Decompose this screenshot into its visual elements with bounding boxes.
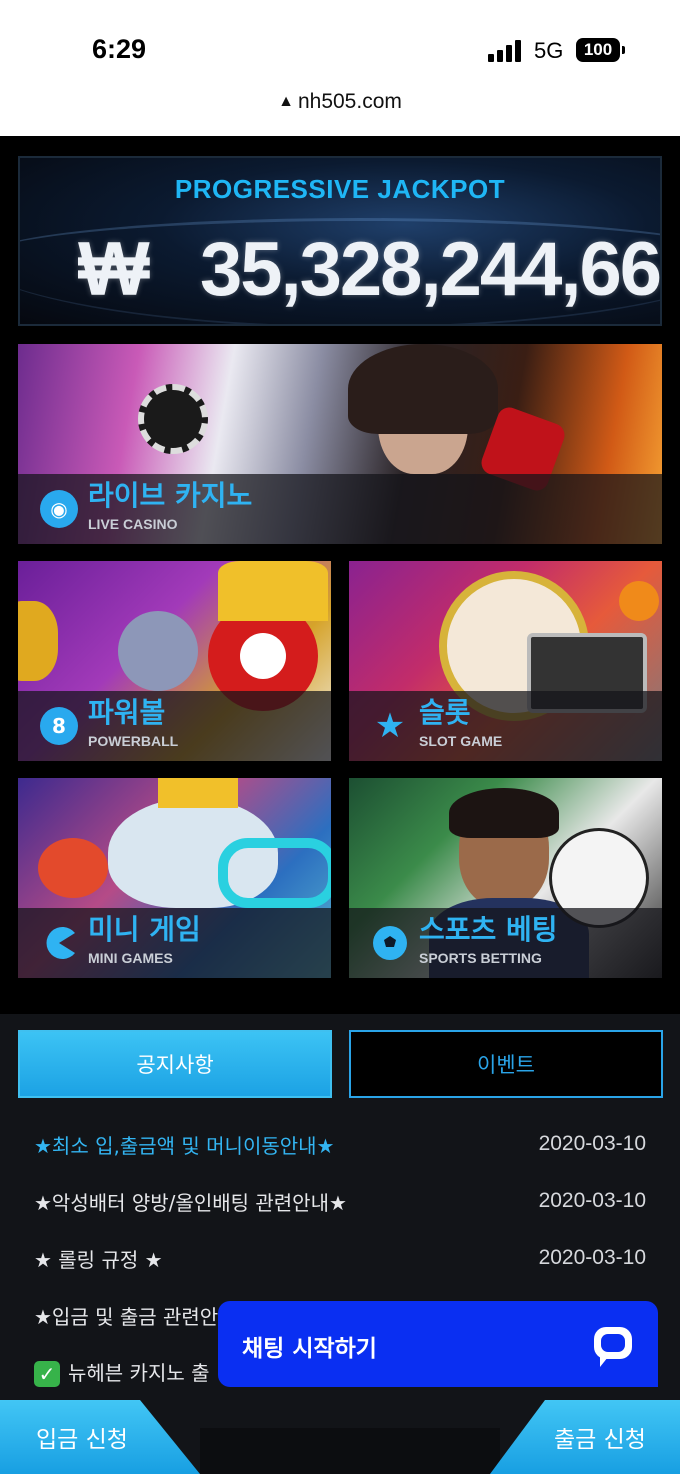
notice-title: ★입금 및 출금 관련안 — [34, 1304, 219, 1329]
address-bar[interactable]: ▲ nh505.com — [0, 90, 680, 136]
game-tile-sports-betting[interactable]: 스포츠 베팅 SPORTS BETTING — [349, 778, 662, 978]
game-title-en: LIVE CASINO — [88, 516, 178, 532]
jackpot-title: PROGRESSIVE JACKPOT — [174, 174, 506, 204]
tab-event[interactable]: 이벤트 — [349, 1030, 663, 1098]
game-tile-powerball[interactable]: 8 파워볼 POWERBALL — [18, 561, 331, 761]
tab-notice[interactable]: 공지사항 — [18, 1030, 332, 1098]
game-title-en: SLOT GAME — [419, 733, 503, 749]
notice-title: 뉴헤븐 카지노 출 — [68, 1360, 210, 1385]
start-chat-button[interactable]: 채팅 시작하기 — [218, 1301, 658, 1387]
checkmark-icon: ✓ — [34, 1361, 60, 1388]
notice-title: ★ 롤링 규정 ★ — [34, 1247, 163, 1272]
currency-symbol: ₩ — [78, 227, 150, 312]
notice-title: ★악성배터 양방/올인배팅 관련안내★ — [34, 1190, 347, 1215]
jackpot-amount: 35,328,244,665 — [200, 227, 662, 312]
game-title-en: MINI GAMES — [88, 950, 173, 966]
jackpot-banner: PROGRESSIVE JACKPOT ₩ 35,328,244,665 — [18, 156, 662, 326]
game-title-kr: 라이브 카지노 — [88, 479, 253, 512]
signal-icon — [488, 40, 522, 62]
notice-row[interactable]: ★악성배터 양방/올인배팅 관련안내★ 2020-03-10 — [34, 1181, 646, 1221]
notice-row[interactable]: ★최소 입,출금액 및 머니이동안내★ 2020-03-10 — [34, 1124, 646, 1164]
notice-date: 2020-03-10 — [538, 1132, 646, 1155]
game-tile-live-casino[interactable]: ◉ 라이브 카지노 LIVE CASINO — [18, 344, 662, 544]
page-content: PROGRESSIVE JACKPOT ₩ 35,328,244,665 ◉ 라… — [0, 136, 680, 1474]
game-title-en: SPORTS BETTING — [419, 950, 542, 966]
notice-date: 2020-03-10 — [538, 1246, 646, 1269]
notice-date: 2020-03-10 — [538, 1189, 646, 1212]
game-title-kr: 스포츠 베팅 — [419, 913, 558, 946]
eight-ball-icon: 8 — [40, 707, 78, 745]
bottom-nav — [200, 1428, 500, 1474]
game-title-kr: 미니 게임 — [88, 913, 201, 946]
star-icon: ★ — [374, 706, 406, 746]
game-tile-slot[interactable]: ★ 슬롯 SLOT GAME — [349, 561, 662, 761]
status-time: 6:29 — [92, 34, 147, 64]
warning-icon: ▲ — [278, 93, 294, 110]
game-title-kr: 슬롯 — [419, 696, 471, 729]
chat-bubble-icon — [594, 1327, 632, 1367]
game-title-en: POWERBALL — [88, 733, 179, 749]
notice-row[interactable]: ★ 롤링 규정 ★ 2020-03-10 — [34, 1238, 646, 1278]
game-title-kr: 파워볼 — [88, 696, 166, 729]
game-tile-mini-games[interactable]: 미니 게임 MINI GAMES — [18, 778, 331, 978]
soccer-ball-icon — [371, 924, 409, 962]
notice-title: ★최소 입,출금액 및 머니이동안내★ — [34, 1133, 335, 1158]
pacman-icon — [40, 924, 78, 962]
poker-chip-icon: ◉ — [40, 490, 78, 528]
url-text: nh505.com — [297, 90, 402, 113]
battery-icon: 100 — [576, 38, 625, 62]
status-bar: 6:29 5G 100 — [0, 0, 680, 90]
network-type: 5G — [534, 38, 564, 63]
chat-label: 채팅 시작하기 — [242, 1336, 377, 1362]
